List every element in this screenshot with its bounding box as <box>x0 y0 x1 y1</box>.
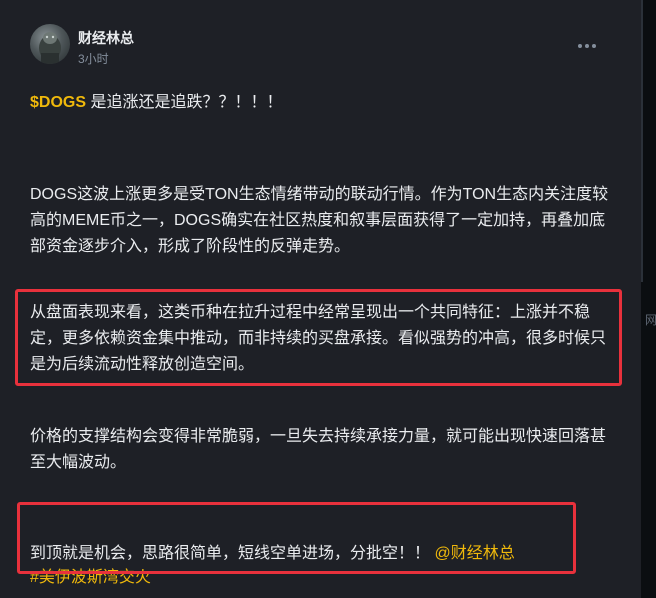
post-timestamp: 3小时 <box>78 52 109 66</box>
gutter-text: 网 <box>645 313 656 327</box>
post-header: 财经林总 3小时 <box>30 24 620 68</box>
post-card: 财经林总 3小时 $DOGS 是追涨还是追跌？？！！！ DOGS这波上涨更多是受… <box>0 0 641 598</box>
more-horizontal-icon <box>585 44 589 48</box>
post-paragraph-4-text: 到顶就是机会，思路很简单，短线空单进场，分批空！！ <box>30 545 431 562</box>
post-paragraph-3: 价格的支撑结构会变得非常脆弱，一旦失去持续承接力量，就可能出现快速回落甚至大幅波… <box>30 428 607 471</box>
avatar-image <box>39 32 61 64</box>
scrollbar-track[interactable] <box>641 0 643 282</box>
post-paragraph-2: 从盘面表现来看，这类币种在拉升过程中经常呈现出一个共同特征：上涨并不稳定，更多依… <box>30 304 607 373</box>
ticker-link[interactable]: $DOGS <box>30 94 86 111</box>
author-name[interactable]: 财经林总 <box>78 28 134 48</box>
post-title: $DOGS 是追涨还是追跌？？！！！ <box>30 90 610 116</box>
more-horizontal-icon <box>592 44 596 48</box>
hashtag-link[interactable]: #美伊波斯湾交火 <box>30 565 151 591</box>
post-paragraph-4: 到顶就是机会，思路很简单，短线空单进场，分批空！！ @财经林总 <box>30 541 610 567</box>
avatar[interactable] <box>30 24 70 64</box>
more-horizontal-icon <box>578 44 582 48</box>
mention-link[interactable]: @财经林总 <box>434 545 514 562</box>
post-title-text: 是追涨还是追跌？？！！！ <box>86 94 283 111</box>
post-paragraph-1: DOGS这波上涨更多是受TON生态情绪带动的联动行情。作为TON生态内关注度较高… <box>30 186 609 255</box>
more-options-button[interactable] <box>574 36 600 56</box>
right-gutter <box>641 0 656 598</box>
